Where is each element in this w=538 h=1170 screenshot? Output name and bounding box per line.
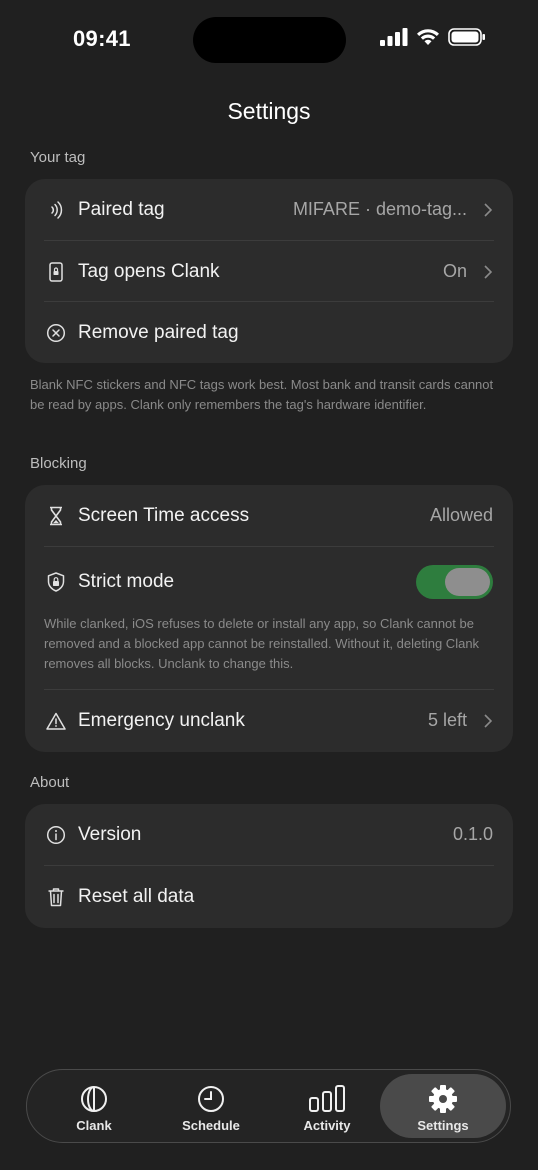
tab-schedule[interactable]: Schedule: [156, 1070, 266, 1142]
battery-icon: [448, 28, 485, 46]
version-label: Version: [78, 823, 142, 845]
status-time: 09:41: [73, 26, 131, 51]
cellular-signal-icon: [380, 28, 408, 46]
gear-icon: [429, 1085, 457, 1113]
section-label-blocking: Blocking: [30, 455, 87, 472]
divider: [44, 546, 494, 547]
tab-clank-label: Clank: [76, 1118, 112, 1133]
chevron-right-icon: [484, 202, 493, 217]
reset-all-data-row[interactable]: Reset all data: [25, 866, 513, 927]
strict-mode-row: Strict mode: [25, 551, 513, 612]
screen-time-row[interactable]: Screen Time access Allowed: [25, 485, 513, 546]
tab-settings[interactable]: Settings: [380, 1074, 506, 1138]
clock-icon: [198, 1086, 224, 1112]
screen-time-value: Allowed: [429, 505, 493, 525]
bar-chart-icon: [309, 1085, 345, 1112]
dynamic-island: [193, 17, 346, 63]
trash-icon: [45, 886, 67, 908]
strict-mode-label: Strict mode: [78, 570, 175, 592]
emergency-unclank-row[interactable]: Emergency unclank 5 left: [25, 690, 513, 751]
tag-opens-clank-label: Tag opens Clank: [78, 260, 220, 282]
page-title: Settings: [227, 98, 311, 124]
chevron-right-icon: [484, 264, 493, 279]
tab-activity-label: Activity: [303, 1118, 351, 1133]
section-label-about: About: [30, 774, 70, 791]
version-row: Version 0.1.0: [25, 804, 513, 865]
shield-lock-icon: [45, 571, 67, 593]
remove-paired-tag-label: Remove paired tag: [78, 321, 239, 343]
your-tag-footnote: Blank NFC stickers and NFC tags work bes…: [30, 377, 494, 412]
toggle-knob: [445, 567, 490, 596]
wifi-icon: [417, 29, 439, 45]
status-bar: 09:41: [0, 0, 538, 80]
tab-settings-label: Settings: [417, 1118, 469, 1133]
nfc-icon: [45, 199, 67, 221]
strict-mode-toggle[interactable]: [416, 564, 493, 599]
paired-tag-value: MIFARE · demo-tag...: [292, 199, 467, 219]
chevron-right-icon: [484, 713, 493, 728]
status-icons: [380, 28, 486, 46]
tab-bar: Clank Schedule Activity Settings: [26, 1069, 511, 1143]
warning-icon: [45, 710, 67, 732]
phone-lock-icon: [45, 261, 67, 283]
tab-schedule-label: Schedule: [182, 1118, 240, 1133]
remove-paired-tag-row[interactable]: Remove paired tag: [25, 302, 513, 363]
about-card: Version 0.1.0 Reset all data: [25, 804, 513, 928]
emergency-unclank-label: Emergency unclank: [78, 709, 245, 731]
hourglass-icon: [45, 505, 67, 527]
paired-tag-label: Paired tag: [78, 198, 165, 220]
blocking-card: Screen Time access Allowed Strict mode W…: [25, 485, 513, 752]
paired-tag-row[interactable]: Paired tag MIFARE · demo-tag...: [25, 179, 513, 240]
emergency-unclank-value: 5 left: [427, 710, 467, 730]
version-value: 0.1.0: [452, 824, 493, 844]
tab-activity[interactable]: Activity: [272, 1070, 382, 1142]
your-tag-card: Paired tag MIFARE · demo-tag... Tag open…: [25, 179, 513, 363]
info-icon: [45, 824, 67, 846]
tab-clank[interactable]: Clank: [39, 1070, 149, 1142]
strict-mode-note: While clanked, iOS refuses to delete or …: [44, 616, 480, 671]
reset-all-data-label: Reset all data: [78, 885, 195, 907]
screen-time-label: Screen Time access: [78, 504, 250, 526]
section-label-your-tag: Your tag: [30, 149, 86, 166]
clank-icon: [81, 1086, 107, 1112]
tag-opens-clank-value: On: [442, 261, 467, 281]
tag-opens-clank-row[interactable]: Tag opens Clank On: [25, 241, 513, 302]
remove-circle-icon: [45, 322, 67, 344]
